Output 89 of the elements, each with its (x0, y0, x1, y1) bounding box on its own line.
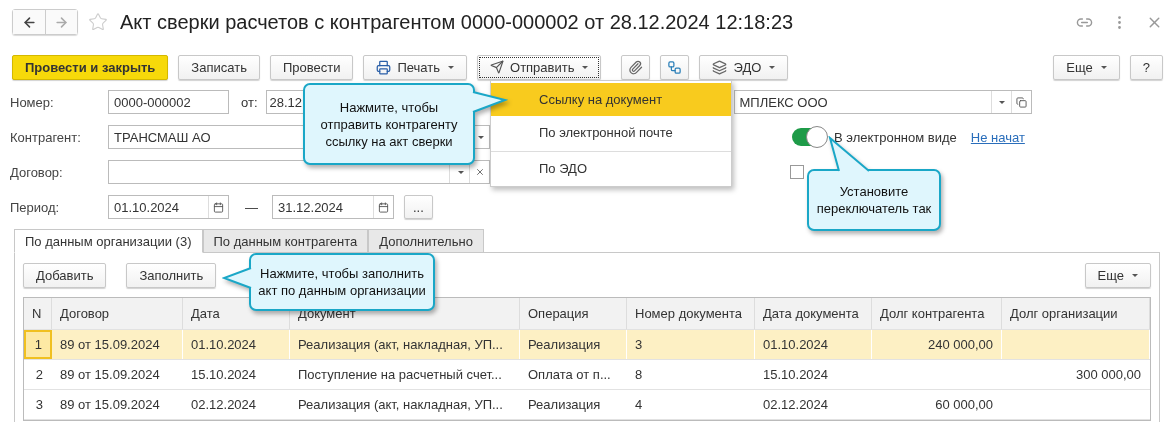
clear-icon (474, 167, 485, 177)
column-header: Дата документа (755, 298, 872, 329)
arrow-left-icon (21, 14, 37, 30)
caret-icon (1132, 274, 1138, 277)
print-button[interactable]: Печать (363, 54, 467, 80)
send-button[interactable]: Отправить (477, 54, 602, 80)
checkbox[interactable] (790, 165, 804, 179)
period-start-field[interactable]: 01.10.2024 (108, 195, 229, 219)
table-cell-text: Оплата от п... (527, 366, 612, 384)
paperclip-icon (628, 59, 644, 75)
table-cell-text: 2 (34, 366, 44, 384)
attach-button[interactable] (621, 54, 651, 80)
help-button[interactable]: ? (1129, 54, 1163, 80)
field-label: Номер: (10, 94, 55, 110)
column-header: Номер документа (627, 298, 755, 329)
table-cell-text: 89 от 15.09.2024 (59, 396, 161, 414)
column-header: N (24, 298, 52, 329)
window-title: Акт сверки расчетов с контрагентом 0000-000002 от 28.12.2024 12:18:23 (120, 10, 794, 34)
table-cell: Реализация (акт, накладная, УП... (290, 330, 520, 359)
table-cell-text: Реализация (акт, накладная, УП... (297, 396, 504, 414)
table-cell: Реализация (520, 330, 627, 359)
tab[interactable]: Дополнительно (368, 229, 484, 253)
toolbar-button[interactable]: Записать (178, 54, 260, 80)
table-button[interactable]: Заполнить (126, 263, 217, 288)
caret-icon (999, 100, 1005, 104)
toggle-label: В электронном виде (834, 129, 957, 145)
paper-plane-icon (490, 60, 504, 74)
tab[interactable]: По данным организации (3) (14, 229, 203, 253)
table-button[interactable]: Добавить (23, 263, 107, 288)
caret-icon (582, 65, 589, 69)
tooltip-text: Установите переключатель так (815, 183, 933, 218)
printer-icon (376, 59, 392, 75)
toggle-switch[interactable] (792, 128, 826, 146)
tooltip-text: Нажмите, чтобы заполнить акт по данным организации (257, 265, 427, 300)
column-header: Долг контрагента (872, 298, 1002, 329)
period-end-field[interactable]: 31.12.2024 (272, 195, 394, 219)
table-cell: 89 от 15.09.2024 (52, 330, 183, 359)
table-cell-text: 300 000,00 (1074, 366, 1142, 384)
structure-icon (667, 59, 683, 75)
table-cell-text: Поступление на расчетный счет... (297, 366, 503, 384)
star-icon[interactable] (88, 12, 108, 32)
table-cell-text: 02.12.2024 (762, 396, 830, 414)
table-cell-text: 8 (634, 366, 644, 384)
table-cell: 3 (627, 330, 755, 359)
menu-item[interactable]: По электронной почте (491, 116, 731, 149)
column-header: Операция (520, 298, 627, 329)
date-field[interactable]: 28.12 (265, 90, 305, 114)
caret-icon (448, 65, 454, 69)
caret-icon (457, 170, 464, 174)
table-cell-text: 3 (34, 396, 44, 414)
organization-field[interactable]: МПЛЕКС ООО (733, 90, 1032, 114)
table-cell-text: 89 от 15.09.2024 (59, 366, 161, 384)
field-label: Договор: (10, 164, 64, 180)
tab[interactable]: По данным контрагента (202, 229, 369, 253)
calendar-icon (378, 201, 389, 213)
menu-item[interactable]: Ссылку на документ (491, 83, 731, 116)
table-row[interactable]: 1 89 от 15.09.2024 01.10.2024 Реализация (акт, накладная, УП... Реализация 3 01.10.2024 240 000,00 (24, 330, 1150, 360)
more-button[interactable]: Еще (1084, 263, 1151, 288)
column-header: Долг организации (1002, 298, 1150, 329)
edo-button[interactable]: ЭДО (699, 54, 789, 80)
range-dash: — (245, 199, 258, 215)
table-cell: 01.10.2024 (755, 330, 872, 359)
status-link[interactable]: Не начат (970, 129, 1025, 145)
table-cell: 01.10.2024 (183, 330, 290, 359)
open-icon (1015, 96, 1027, 108)
table-cell: 1 (24, 330, 52, 359)
table-cell-text: 4 (634, 396, 644, 414)
field-label: от: (241, 94, 258, 110)
post-close-button[interactable]: Провести и закрыть (12, 54, 169, 80)
layers-icon (712, 59, 728, 75)
more-button[interactable]: Еще (1053, 54, 1120, 80)
field-label: Период: (10, 199, 61, 215)
menu-item[interactable]: По ЭДО (491, 151, 731, 184)
table-cell-text: Реализация (527, 396, 602, 414)
calendar-icon (213, 201, 224, 213)
period-button[interactable]: ... (404, 195, 433, 219)
table-cell: 240 000,00 (872, 330, 1002, 359)
table-cell-text: 15.10.2024 (190, 366, 258, 384)
table-cell-text: 60 000,00 (934, 396, 994, 414)
table-cell-text: 02.12.2024 (190, 396, 258, 414)
number-field[interactable]: 0000-000002 (108, 90, 229, 114)
column-header: Договор (52, 298, 183, 329)
caret-icon (1100, 65, 1107, 69)
table-cell-text: 15.10.2024 (762, 366, 830, 384)
structure-button[interactable] (660, 54, 690, 80)
field-label: Контрагент: (10, 129, 82, 145)
toolbar-button[interactable]: Провести (269, 54, 354, 80)
back-button[interactable] (13, 10, 45, 34)
caret-icon (769, 65, 776, 69)
